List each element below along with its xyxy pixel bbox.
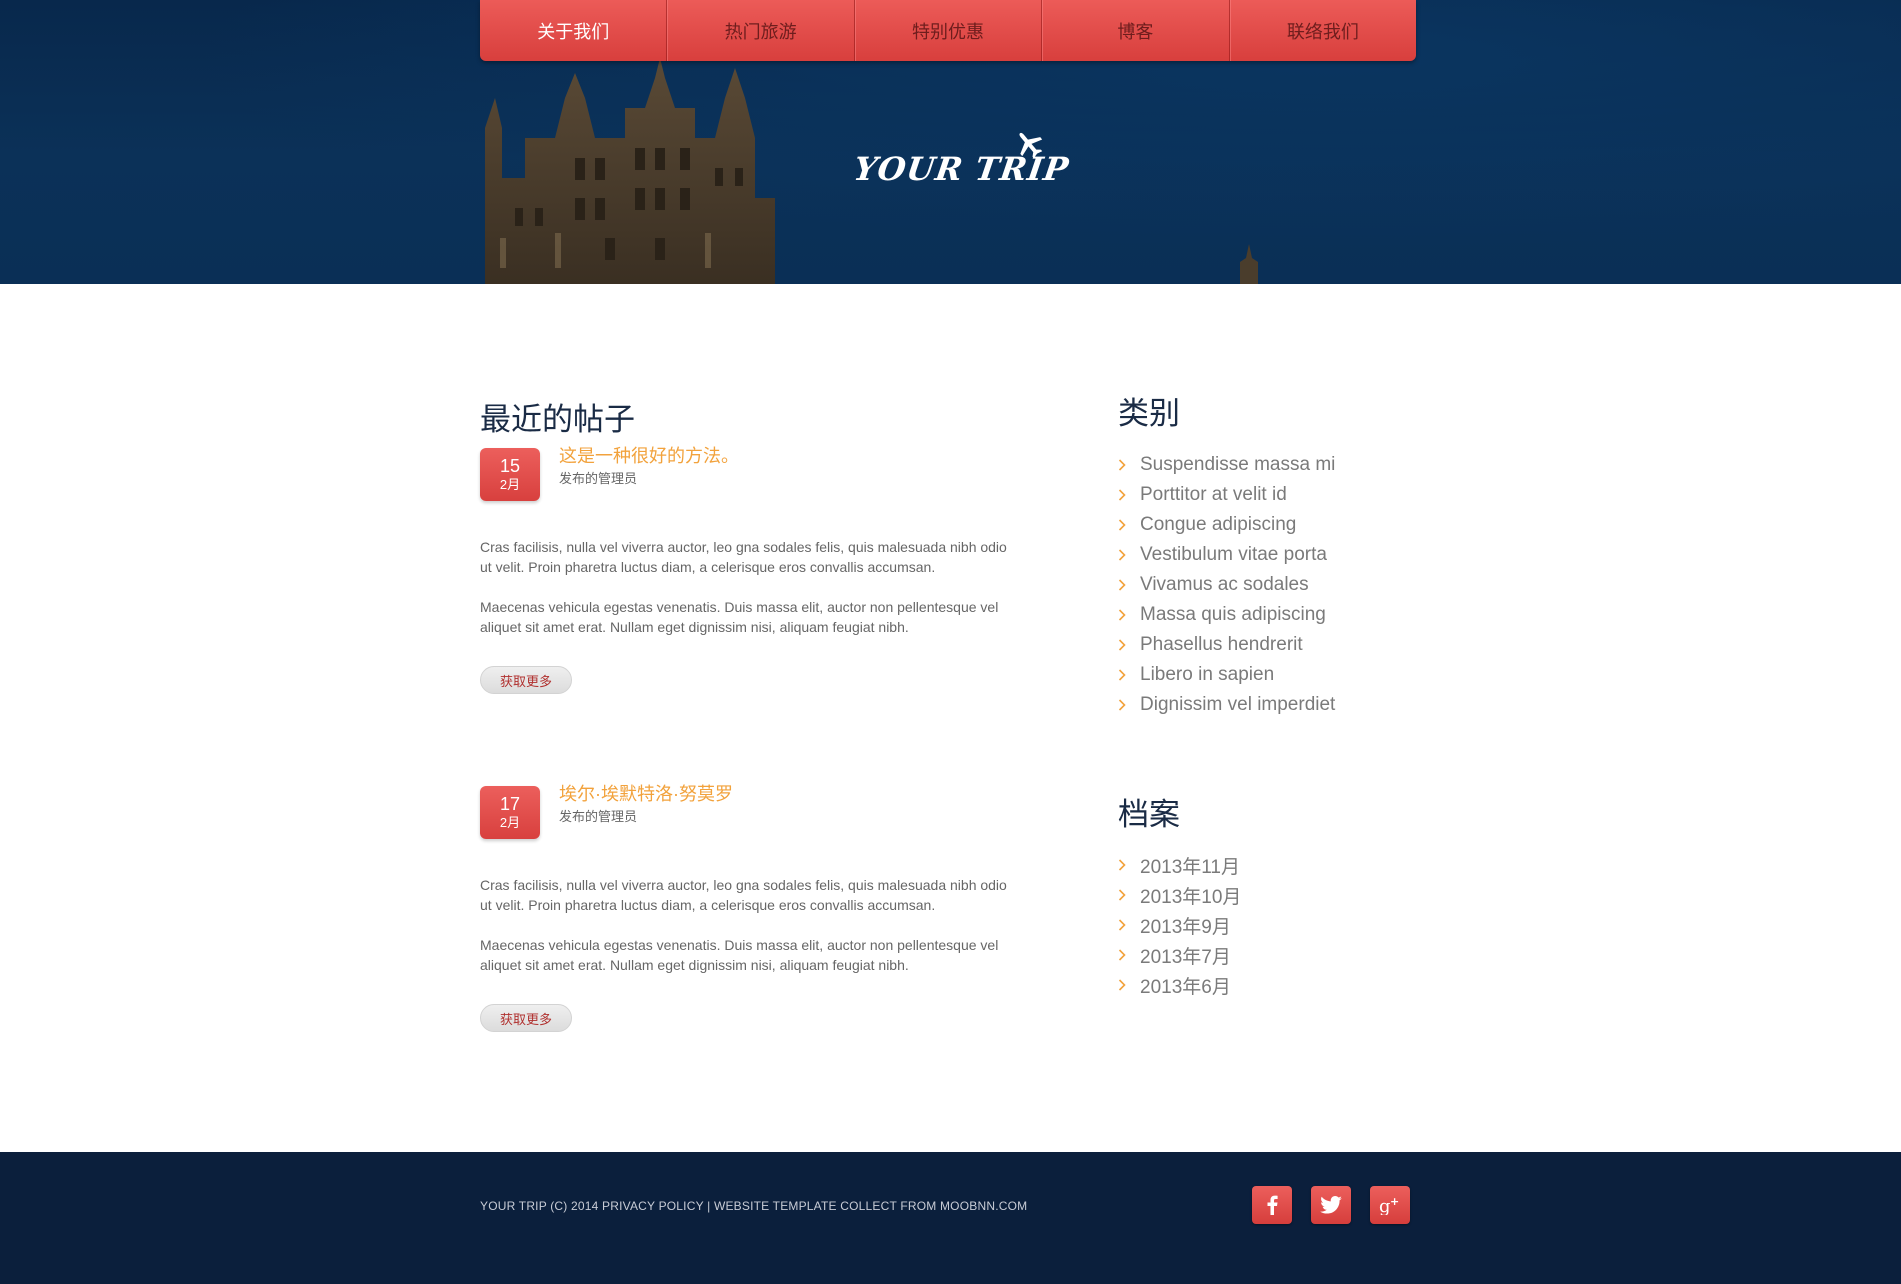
archive-link-label: 2013年7月 (1140, 946, 1231, 968)
nav-item-about[interactable]: 关于我们 (480, 0, 668, 61)
chevron-right-icon (1118, 639, 1130, 651)
chevron-right-icon (1118, 459, 1130, 471)
post-title-link[interactable]: 这是一种很好的方法。 (559, 442, 739, 468)
footer: YOUR TRIP (C) 2014 PRIVACY POLICY | WEBS… (0, 1152, 1901, 1284)
category-link[interactable]: Massa quis adipiscing (1118, 600, 1335, 630)
site-logo[interactable]: YOUR TRIP (851, 124, 1071, 194)
recent-posts-heading: 最近的帖子 (480, 402, 635, 437)
post-author: 发布的管理员 (559, 471, 638, 486)
date-month: 2月 (499, 815, 521, 830)
facebook-button[interactable] (1252, 1186, 1292, 1224)
spire-image (1240, 244, 1258, 284)
twitter-icon (1320, 1196, 1342, 1214)
archive-link[interactable]: 2013年10月 (1118, 880, 1241, 910)
category-link[interactable]: Phasellus hendrerit (1118, 630, 1335, 660)
date-month: 2月 (499, 477, 521, 492)
facebook-icon (1267, 1195, 1278, 1215)
category-link-label: Suspendisse massa mi (1140, 454, 1336, 475)
categories-list: Suspendisse massa mi Porttitor at velit i… (1118, 450, 1335, 720)
category-link-label: Vestibulum vitae porta (1140, 544, 1327, 565)
footer-copyright: YOUR TRIP (C) 2014 PRIVACY POLICY | WEBS… (480, 1199, 1028, 1213)
main-nav: 关于我们 热门旅游 特别优惠 博客 联络我们 (480, 0, 1416, 61)
category-link[interactable]: Vestibulum vitae porta (1118, 540, 1335, 570)
chevron-right-icon (1118, 889, 1130, 901)
post-paragraph: Cras facilisis, nulla vel viverra auctor… (480, 539, 1007, 575)
chevron-right-icon (1118, 489, 1130, 501)
chevron-right-icon (1118, 669, 1130, 681)
date-day: 15 (499, 456, 521, 476)
chevron-right-icon (1118, 919, 1130, 931)
category-link[interactable]: Vivamus ac sodales (1118, 570, 1335, 600)
svg-text:+: + (1390, 1195, 1399, 1208)
archive-link[interactable]: 2013年9月 (1118, 910, 1241, 940)
archive-link[interactable]: 2013年6月 (1118, 970, 1241, 1000)
nav-item-popular-tours[interactable]: 热门旅游 (667, 0, 855, 61)
category-link[interactable]: Libero in sapien (1118, 660, 1335, 690)
google-plus-icon: g + (1379, 1195, 1399, 1215)
airplane-icon (1019, 132, 1043, 159)
chevron-right-icon (1118, 579, 1130, 591)
castle-image (485, 58, 775, 284)
date-badge: 15 2月 (480, 448, 540, 501)
category-link-label: Porttitor at velit id (1140, 484, 1287, 505)
nav-item-blog[interactable]: 博客 (1042, 0, 1230, 61)
category-link[interactable]: Suspendisse massa mi (1118, 450, 1335, 480)
archive-heading: 档案 (1118, 797, 1180, 832)
archive-link-label: 2013年11月 (1140, 856, 1240, 878)
archive-link-label: 2013年9月 (1140, 916, 1231, 938)
category-link[interactable]: Dignissim vel imperdiet (1118, 690, 1335, 720)
chevron-right-icon (1118, 699, 1130, 711)
nav-item-contact[interactable]: 联络我们 (1230, 0, 1416, 61)
nav-item-special-offers[interactable]: 特别优惠 (855, 0, 1043, 61)
post-author: 发布的管理员 (559, 809, 638, 824)
post-paragraph: Maecenas vehicula egestas venenatis. Dui… (480, 599, 999, 635)
chevron-right-icon (1118, 549, 1130, 561)
date-badge: 17 2月 (480, 786, 540, 839)
read-more-button[interactable]: 获取更多 (480, 666, 572, 694)
google-plus-button[interactable]: g + (1370, 1186, 1410, 1224)
svg-text:g: g (1379, 1196, 1391, 1215)
archive-list: 2013年11月 2013年10月 2013年9月 2013年7月 2013年6月 (1118, 850, 1241, 1000)
category-link-label: Dignissim vel imperdiet (1140, 694, 1336, 715)
date-day: 17 (499, 794, 521, 814)
category-link-label: Phasellus hendrerit (1140, 634, 1303, 655)
archive-link-label: 2013年6月 (1140, 976, 1231, 998)
chevron-right-icon (1118, 859, 1130, 871)
archive-link[interactable]: 2013年11月 (1118, 850, 1241, 880)
category-link-label: Congue adipiscing (1140, 514, 1297, 535)
category-link-label: Massa quis adipiscing (1140, 604, 1326, 625)
categories-heading: 类别 (1118, 396, 1180, 431)
post-paragraph: Maecenas vehicula egestas venenatis. Dui… (480, 937, 999, 973)
read-more-button[interactable]: 获取更多 (480, 1004, 572, 1032)
hero-banner: 关于我们 热门旅游 特别优惠 博客 联络我们 YOUR TRIP (0, 0, 1901, 284)
category-link-label: Vivamus ac sodales (1140, 574, 1309, 595)
post-title-link[interactable]: 埃尔·埃默特洛·努莫罗 (559, 780, 733, 806)
twitter-button[interactable] (1311, 1186, 1351, 1224)
chevron-right-icon (1118, 519, 1130, 531)
archive-link[interactable]: 2013年7月 (1118, 940, 1241, 970)
archive-link-label: 2013年10月 (1140, 886, 1242, 908)
post-paragraph: Cras facilisis, nulla vel viverra auctor… (480, 877, 1007, 913)
chevron-right-icon (1118, 609, 1130, 621)
category-link[interactable]: Porttitor at velit id (1118, 480, 1335, 510)
chevron-right-icon (1118, 949, 1130, 961)
chevron-right-icon (1118, 979, 1130, 991)
category-link-label: Libero in sapien (1140, 664, 1275, 685)
category-link[interactable]: Congue adipiscing (1118, 510, 1335, 540)
